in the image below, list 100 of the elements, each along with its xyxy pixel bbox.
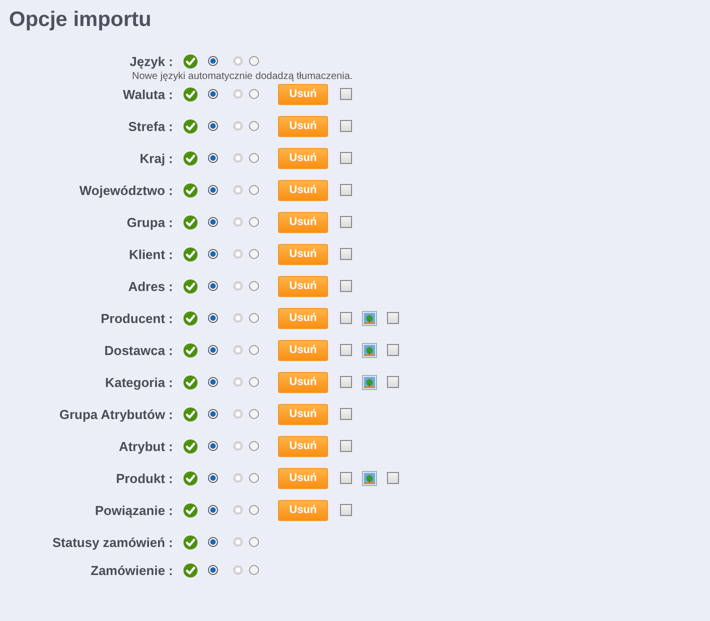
radio-button[interactable]	[249, 249, 259, 259]
checkbox[interactable]	[387, 376, 399, 388]
checkmark-icon	[183, 246, 198, 262]
radio-button[interactable]	[249, 153, 259, 163]
checkmark-icon	[183, 534, 198, 550]
checkmark-icon	[183, 374, 198, 390]
radio-button[interactable]	[249, 537, 259, 547]
radio-button[interactable]	[208, 153, 218, 163]
delete-button[interactable]: Usuń	[278, 436, 328, 456]
radio-button[interactable]	[249, 313, 259, 323]
checkmark-icon	[183, 214, 198, 230]
radio-button[interactable]	[249, 441, 259, 451]
radio-button[interactable]	[208, 313, 218, 323]
checkbox[interactable]	[387, 312, 399, 324]
radio-button[interactable]	[208, 377, 218, 387]
checkbox[interactable]	[340, 312, 352, 324]
delete-button[interactable]: Usuń	[278, 212, 328, 232]
delete-button[interactable]: Usuń	[278, 468, 328, 488]
checkbox[interactable]	[340, 376, 352, 388]
checkmark-icon	[183, 150, 198, 166]
checkbox[interactable]	[387, 472, 399, 484]
delete-button[interactable]: Usuń	[278, 276, 328, 296]
option-label: Produkt :	[114, 470, 173, 486]
image-icon	[362, 470, 377, 486]
delete-button[interactable]: Usuń	[278, 308, 328, 328]
delete-button[interactable]: Usuń	[278, 372, 328, 392]
radio-button[interactable]	[249, 89, 259, 99]
image-icon	[362, 374, 377, 390]
radio-button[interactable]	[208, 409, 218, 419]
radio-button[interactable]	[249, 121, 259, 131]
radio-button[interactable]	[208, 249, 218, 259]
hint-text: Nowe języki automatycznie dodadzą tłumaczenia.	[132, 71, 354, 82]
checkmark-icon	[183, 342, 198, 358]
radio-button[interactable]	[249, 377, 259, 387]
checkbox[interactable]	[340, 248, 352, 260]
checkmark-icon	[183, 86, 198, 102]
checkmark-icon	[183, 54, 198, 68]
checkmark-icon	[183, 470, 198, 486]
delete-button[interactable]: Usuń	[278, 180, 328, 200]
delete-button[interactable]: Usuń	[278, 84, 328, 104]
option-label: Statusy zamówień :	[51, 534, 173, 550]
radio-button[interactable]	[208, 56, 218, 66]
checkbox[interactable]	[340, 504, 352, 516]
delete-button[interactable]: Usuń	[278, 404, 328, 424]
page-title: Opcje importu	[9, 8, 152, 32]
checkmark-icon	[183, 310, 198, 326]
radio-button[interactable]	[249, 185, 259, 195]
checkbox[interactable]	[340, 88, 352, 100]
checkbox[interactable]	[340, 120, 352, 132]
checkbox[interactable]	[340, 280, 352, 292]
checkmark-icon	[183, 406, 198, 422]
radio-button[interactable]	[208, 185, 218, 195]
option-label: Klient :	[128, 246, 173, 262]
delete-button[interactable]: Usuń	[278, 340, 328, 360]
radio-button[interactable]	[208, 473, 218, 483]
radio-button[interactable]	[249, 505, 259, 515]
radio-button[interactable]	[208, 217, 218, 227]
checkbox[interactable]	[340, 184, 352, 196]
image-icon	[362, 310, 377, 326]
radio-button[interactable]	[208, 537, 218, 547]
checkbox[interactable]	[340, 440, 352, 452]
delete-button[interactable]: Usuń	[278, 500, 328, 520]
radio-button[interactable]	[249, 217, 259, 227]
delete-button[interactable]: Usuń	[278, 148, 328, 168]
checkmark-icon	[183, 278, 198, 294]
option-label: Adres :	[127, 278, 173, 294]
checkbox[interactable]	[340, 216, 352, 228]
radio-button[interactable]	[208, 121, 218, 131]
option-label: Atrybut :	[118, 438, 173, 454]
radio-button[interactable]	[249, 565, 259, 575]
checkbox[interactable]	[387, 344, 399, 356]
radio-button[interactable]	[208, 345, 218, 355]
checkbox[interactable]	[340, 408, 352, 420]
option-label: Dostawca :	[103, 342, 173, 358]
radio-button[interactable]	[249, 409, 259, 419]
option-label: Kraj :	[138, 150, 173, 166]
radio-button[interactable]	[208, 89, 218, 99]
option-label: Zamówienie :	[90, 562, 173, 578]
checkmark-icon	[183, 118, 198, 134]
radio-button[interactable]	[249, 281, 259, 291]
radio-button[interactable]	[249, 473, 259, 483]
checkbox[interactable]	[340, 472, 352, 484]
radio-button[interactable]	[249, 56, 259, 66]
radio-button[interactable]	[208, 441, 218, 451]
checkbox[interactable]	[340, 152, 352, 164]
delete-button[interactable]: Usuń	[278, 244, 328, 264]
checkbox[interactable]	[340, 344, 352, 356]
option-label: Waluta :	[122, 86, 173, 102]
checkmark-icon	[183, 438, 198, 454]
checkmark-icon	[183, 562, 198, 578]
option-label: Powiązanie :	[94, 502, 173, 518]
option-label: Grupa Atrybutów :	[58, 406, 173, 422]
checkmark-icon	[183, 502, 198, 518]
radio-button[interactable]	[249, 345, 259, 355]
radio-button[interactable]	[208, 565, 218, 575]
delete-button[interactable]: Usuń	[278, 116, 328, 136]
option-label: Województwo :	[78, 182, 173, 198]
radio-button[interactable]	[208, 505, 218, 515]
radio-button[interactable]	[208, 281, 218, 291]
option-label: Grupa :	[126, 214, 173, 230]
